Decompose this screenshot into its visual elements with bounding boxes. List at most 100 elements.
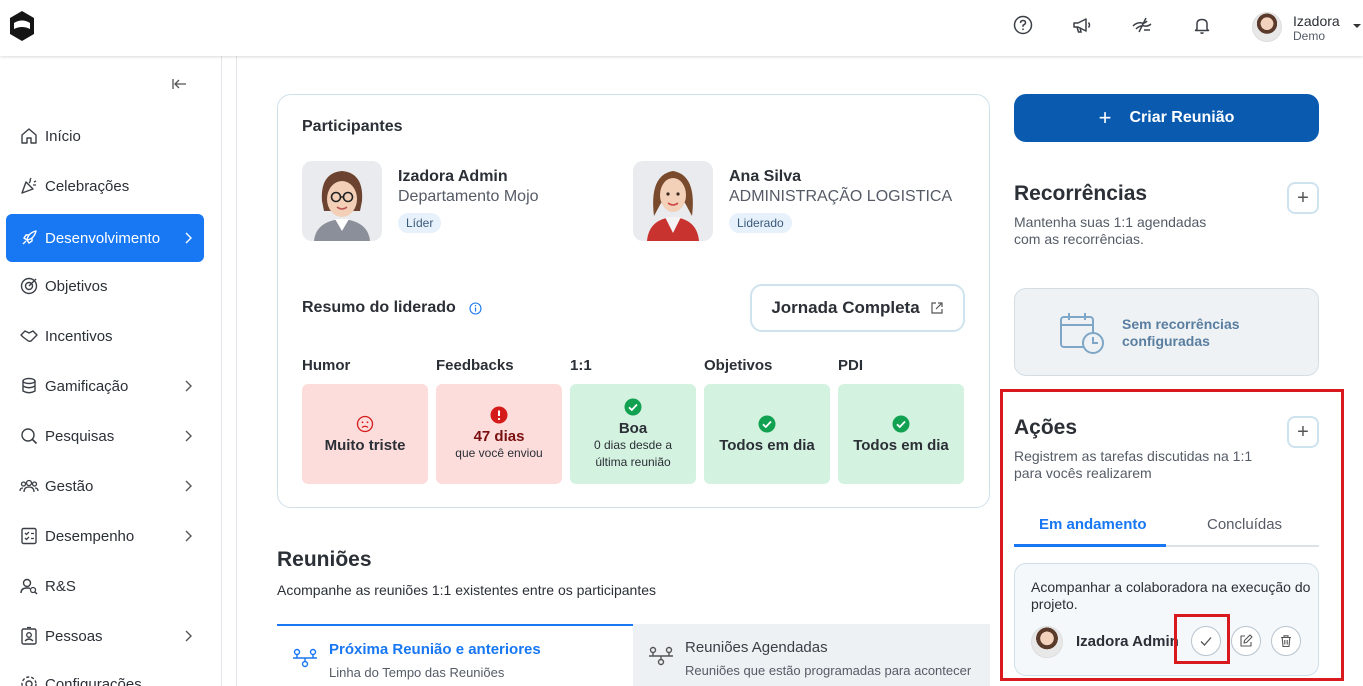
rocket-icon <box>22 230 37 245</box>
sidebar-item-inicio[interactable]: Início <box>6 112 204 160</box>
chevron-right-icon <box>185 430 192 442</box>
reunioes-subtitle: Acompanhe as reuniões 1:1 existentes ent… <box>277 582 657 598</box>
sidebar-item-label: Configurações <box>45 676 142 686</box>
alert-icon <box>490 406 508 424</box>
id-card-icon <box>21 626 37 645</box>
acao-text: Acompanhar a colaboradora na execução do… <box>1031 579 1311 612</box>
app-logo-icon[interactable] <box>8 10 36 42</box>
chevron-right-icon <box>185 530 192 542</box>
calendar-clock-icon <box>1060 313 1104 354</box>
empty-recorrencias-box: Sem recorrências configuradas <box>1014 288 1319 376</box>
recorrencias-description: Mantenha suas 1:1 agendadas com as recor… <box>1014 214 1207 247</box>
collapse-sidebar-icon[interactable] <box>172 76 188 92</box>
led-photo <box>633 161 713 241</box>
add-acao-button[interactable]: + <box>1287 416 1319 448</box>
pdi-label: PDI <box>838 357 864 374</box>
sidebar-item-rs[interactable]: R&S <box>6 562 204 610</box>
user-name[interactable]: Izadora <box>1293 13 1340 29</box>
highlight-box-complete <box>1174 614 1230 664</box>
tab-concluidas[interactable]: Concluídas <box>1207 516 1282 533</box>
criar-reuniao-button[interactable]: + Criar Reunião <box>1014 94 1319 142</box>
user-search-icon <box>20 578 38 595</box>
delete-acao-button[interactable] <box>1271 626 1301 656</box>
tab-proxima-reuniao[interactable]: Próxima Reunião e anteriores Linha do Te… <box>277 624 633 686</box>
sidebar-item-label: Incentivos <box>45 327 113 345</box>
bell-icon[interactable] <box>1191 14 1213 36</box>
sidebar-item-label: Celebrações <box>45 177 130 195</box>
criar-reuniao-label: Criar Reunião <box>1129 109 1235 126</box>
tab-em-andamento[interactable]: Em andamento <box>1039 516 1147 533</box>
sidebar-item-celebracoes[interactable]: Celebrações <box>6 162 204 210</box>
chevron-down-icon[interactable] <box>1352 22 1362 30</box>
sidebar-item-configuracoes[interactable]: Configurações <box>6 662 204 686</box>
info-icon[interactable] <box>469 302 482 315</box>
sidebar-item-label: R&S <box>45 577 76 595</box>
accessibility-icon[interactable] <box>1131 14 1153 36</box>
acao-owner-name: Izadora Admin <box>1076 633 1179 650</box>
check-circle-icon <box>624 398 642 415</box>
sidebar-item-pessoas[interactable]: Pessoas <box>6 612 204 660</box>
user-company: Demo <box>1293 29 1326 43</box>
trash-icon <box>1281 635 1291 648</box>
feedbacks-sub: que você enviou <box>455 446 543 460</box>
user-avatar[interactable] <box>1252 12 1282 42</box>
acoes-description: Registrem as tarefas discutidas na 1:1 p… <box>1014 448 1253 481</box>
sidebar-item-label: Pessoas <box>45 627 103 645</box>
sidebar-item-objetivos[interactable]: Objetivos <box>6 262 204 310</box>
sidebar-item-label: Gestão <box>45 477 94 495</box>
jornada-completa-button[interactable]: Jornada Completa <box>750 284 965 332</box>
chevron-right-icon <box>185 380 192 392</box>
tab-reunioes-agendadas[interactable]: Reuniões Agendadas Reuniões que estão pr… <box>633 624 990 686</box>
check-circle-icon <box>892 415 910 432</box>
leader-department: Departamento Mojo <box>398 188 539 205</box>
sidebar-item-gamificacao[interactable]: Gamificação <box>6 362 204 410</box>
pdi-stat-card: Todos em dia <box>838 384 964 484</box>
leader-name: Izadora Admin <box>398 168 508 185</box>
sidebar-item-pesquisas[interactable]: Pesquisas <box>6 412 204 460</box>
home-icon <box>21 128 37 144</box>
active-tab-indicator <box>1014 544 1166 547</box>
settings-icon <box>21 676 37 686</box>
humor-value: Muito triste <box>324 436 406 454</box>
chevron-right-icon <box>185 480 192 492</box>
one-on-one-sub2: última reunião <box>595 454 671 469</box>
sidebar-item-gestao[interactable]: Gestão <box>6 462 204 510</box>
sidebar-item-desempenho[interactable]: Desempenho <box>6 512 204 560</box>
sidebar-item-label: Objetivos <box>45 277 108 295</box>
reunioes-title: Reuniões <box>277 548 372 571</box>
pdi-value: Todos em dia <box>853 436 949 454</box>
sad-face-icon <box>356 415 374 432</box>
one-on-one-value: Boa <box>618 419 648 437</box>
recorrencias-title: Recorrências <box>1014 182 1148 205</box>
leader-photo <box>302 161 382 241</box>
external-link-icon <box>931 302 943 314</box>
sidebar-item-incentivos[interactable]: Incentivos <box>6 312 204 360</box>
timeline-icon <box>293 648 317 668</box>
empty-recorrencias-line1: Sem recorrências <box>1122 316 1240 332</box>
sidebar-item-label: Desempenho <box>45 527 135 545</box>
participants-title: Participantes <box>302 118 403 135</box>
objetivos-stat-card: Todos em dia <box>704 384 830 484</box>
help-icon[interactable] <box>1012 14 1034 36</box>
chevron-right-icon <box>185 232 192 244</box>
add-recorrencia-button[interactable]: + <box>1287 182 1319 214</box>
tab-proxima-sub: Linha do Tempo das Reuniões <box>329 665 505 680</box>
acao-owner-avatar <box>1031 626 1063 658</box>
sidebar-item-desenvolvimento[interactable]: Desenvolvimento <box>6 214 204 262</box>
edit-acao-button[interactable] <box>1231 626 1261 656</box>
resumo-title: Resumo do liderado <box>302 299 456 316</box>
check-circle-icon <box>758 415 776 432</box>
led-name: Ana Silva <box>729 168 802 185</box>
leader-role-tag: Líder <box>398 213 442 233</box>
people-icon <box>19 479 39 493</box>
tab-proxima-label: Próxima Reunião e anteriores <box>329 641 541 658</box>
objetivos-label: Objetivos <box>704 357 773 374</box>
chevron-right-icon <box>185 630 192 642</box>
megaphone-icon[interactable] <box>1071 14 1093 36</box>
tab-agendadas-label: Reuniões Agendadas <box>685 639 828 656</box>
feedbacks-label: Feedbacks <box>436 357 514 374</box>
coins-icon <box>22 377 36 394</box>
humor-stat-card: Muito triste <box>302 384 428 484</box>
edit-icon <box>1240 634 1253 647</box>
sidebar-item-label: Desenvolvimento <box>45 229 161 247</box>
